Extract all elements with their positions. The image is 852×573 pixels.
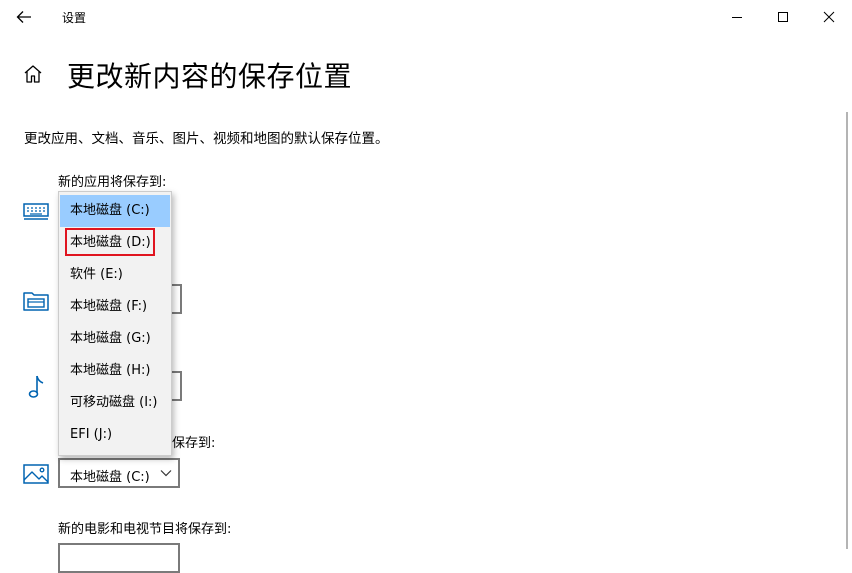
back-button[interactable] — [12, 6, 36, 28]
close-button[interactable] — [806, 0, 852, 33]
apps-save-label: 新的应用将保存到: — [58, 175, 167, 190]
window-title: 设置 — [62, 11, 87, 25]
combobox-value: 本地磁盘 (C:) — [70, 470, 150, 485]
minimize-icon — [732, 16, 742, 18]
close-icon — [823, 11, 835, 22]
music-note-icon — [28, 375, 44, 398]
dropdown-option-c[interactable]: 本地磁盘 (C:) — [60, 195, 170, 227]
maximize-button[interactable] — [760, 0, 806, 33]
back-arrow-icon — [16, 11, 31, 23]
chevron-down-icon — [160, 470, 172, 477]
keyboard-monitor-icon — [23, 203, 49, 220]
minimize-button[interactable] — [714, 0, 760, 33]
photos-location-combobox[interactable]: 本地磁盘 (C:) — [58, 458, 180, 488]
dropdown-option-d[interactable]: 本地磁盘 (D:) — [60, 227, 170, 259]
movies-save-label: 新的电影和电视节目将保存到: — [58, 522, 232, 537]
dropdown-option-f[interactable]: 本地磁盘 (F:) — [60, 291, 170, 323]
dropdown-option-e[interactable]: 软件 (E:) — [60, 259, 170, 291]
movies-location-combobox[interactable] — [58, 543, 180, 573]
folder-documents-icon — [23, 292, 49, 311]
maximize-icon — [778, 11, 788, 22]
picture-icon — [23, 464, 49, 484]
page-title: 更改新内容的保存位置 — [67, 60, 353, 93]
dropdown-option-j[interactable]: EFI (J:) — [60, 419, 170, 451]
scrollbar[interactable] — [846, 112, 848, 549]
dropdown-option-i[interactable]: 可移动磁盘 (I:) — [60, 387, 170, 419]
dropdown-option-h[interactable]: 本地磁盘 (H:) — [60, 355, 170, 387]
title-bar: 设置 — [0, 0, 852, 33]
dropdown-option-g[interactable]: 本地磁盘 (G:) — [60, 323, 170, 355]
page-description: 更改应用、文档、音乐、图片、视频和地图的默认保存位置。 — [24, 131, 389, 147]
home-icon[interactable] — [22, 63, 44, 85]
photos-save-label: 保存到: — [172, 436, 216, 451]
drive-dropdown-list: 本地磁盘 (C:) 本地磁盘 (D:) 软件 (E:) 本地磁盘 (F:) 本地… — [58, 191, 172, 456]
